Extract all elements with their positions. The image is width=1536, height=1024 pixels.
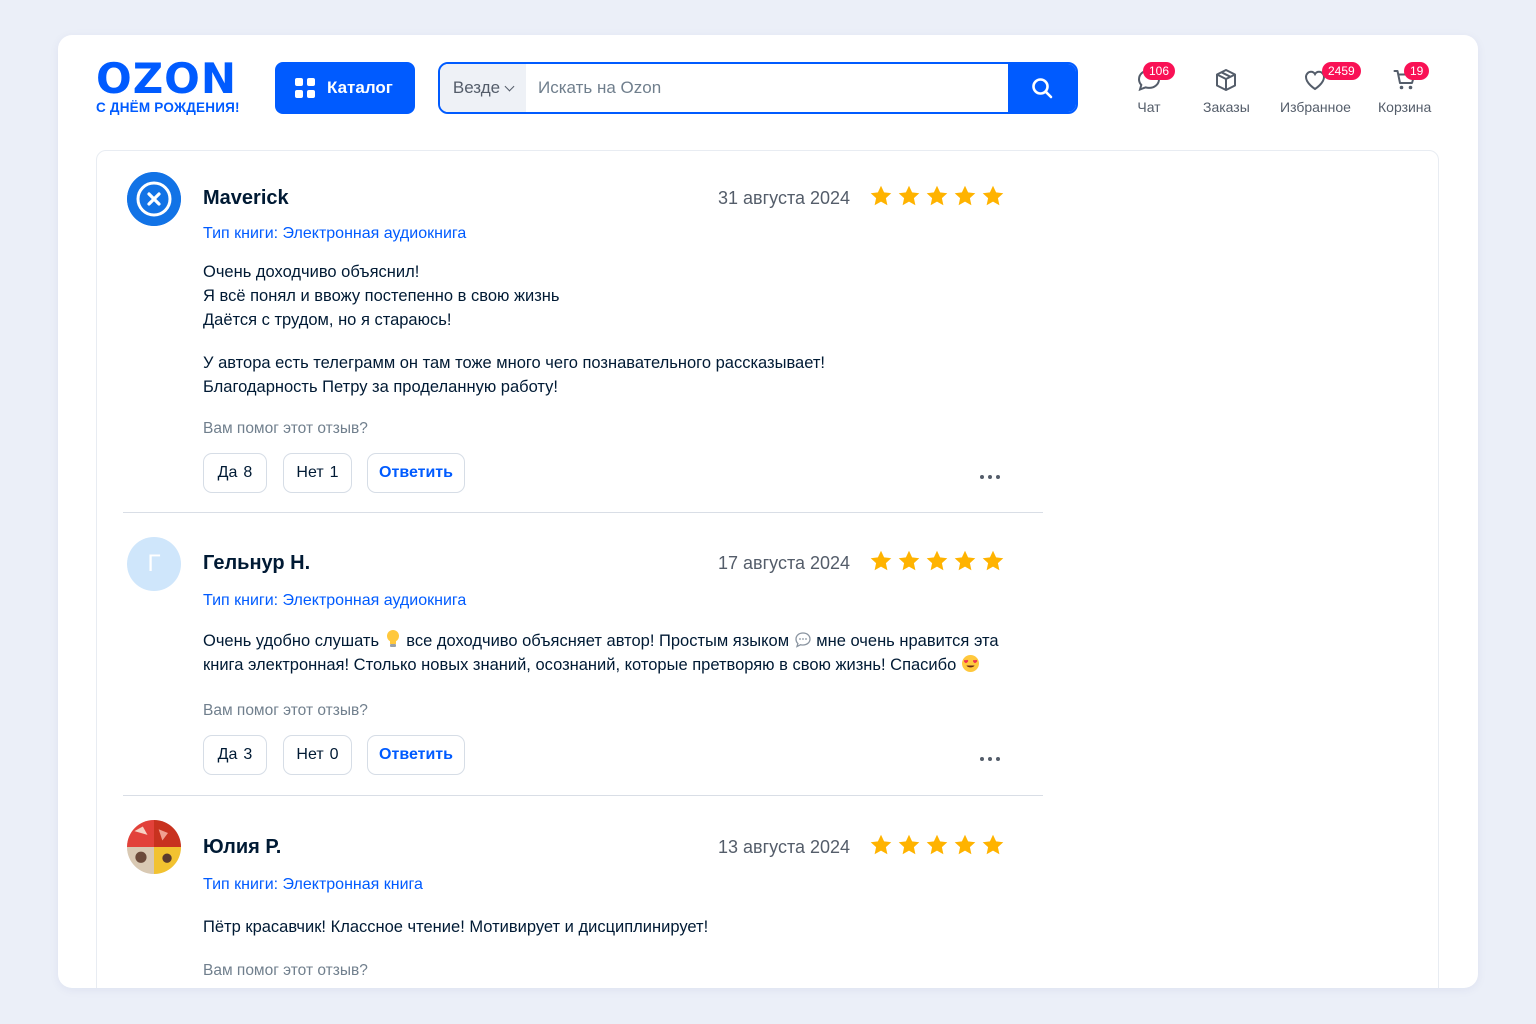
nav-orders-label: Заказы: [1203, 99, 1250, 115]
book-type-link[interactable]: Тип книги: Электронная аудиокнига: [203, 225, 466, 243]
star-icon: [870, 550, 892, 571]
app-window: OZON С ДНЁМ РОЖДЕНИЯ! Каталог Везде 106 …: [58, 35, 1478, 988]
no-label: Нет: [296, 464, 324, 481]
nav-chat-label: Чат: [1137, 99, 1161, 115]
catalog-button[interactable]: Каталог: [275, 62, 415, 114]
review-text-part: все доходчиво объясняет автор! Простым я…: [406, 632, 790, 650]
user-photo-icon: [127, 820, 181, 874]
favorites-badge: 2459: [1322, 62, 1361, 80]
rating-stars: [869, 833, 1005, 857]
star-icon: [926, 834, 948, 855]
search-input[interactable]: [526, 64, 1008, 112]
review-text: Пётр красавчик! Классное чтение! Мотивир…: [203, 915, 1033, 939]
reviews-panel: Maverick 31 августа 2024 Тип книги: Элек…: [96, 150, 1439, 988]
logo-subtitle: С ДНЁМ РОЖДЕНИЯ!: [96, 100, 240, 115]
helpful-no-button[interactable]: Нет 1: [283, 453, 352, 493]
no-count: 1: [329, 464, 339, 481]
search-icon: [1032, 78, 1053, 99]
nav-orders[interactable]: Заказы: [1203, 67, 1250, 115]
star-icon: [898, 550, 920, 571]
chat-badge: 106: [1143, 62, 1176, 80]
nav-cart-label: Корзина: [1378, 99, 1432, 115]
logo-wordmark: OZON: [96, 54, 238, 103]
star-icon: [926, 550, 948, 571]
chevron-down-icon: [504, 81, 515, 91]
helpful-question: Вам помог этот отзыв?: [203, 702, 368, 719]
cart-badge: 19: [1404, 62, 1430, 80]
star-icon: [926, 185, 948, 206]
speech-bubble-icon: [795, 632, 811, 648]
yes-label: Да: [217, 746, 238, 763]
search-scope-dropdown[interactable]: Везде: [440, 64, 526, 112]
nav-favorites-label: Избранное: [1280, 99, 1351, 115]
star-icon: [982, 550, 1004, 571]
box-icon: [1216, 69, 1237, 91]
nav-cart[interactable]: 19 Корзина: [1378, 62, 1432, 115]
more-options-icon[interactable]: [976, 753, 1004, 765]
review-text-part: Очень удобно слушать: [203, 632, 380, 650]
book-type-link[interactable]: Тип книги: Электронная аудиокнига: [203, 592, 466, 610]
book-type-link[interactable]: Тип книги: Электронная книга: [203, 876, 423, 894]
review-line: Пётр красавчик! Классное чтение! Мотивир…: [203, 918, 709, 936]
star-icon: [954, 550, 976, 571]
review-line: Даётся с трудом, но я стараюсь!: [203, 311, 452, 329]
lightbulb-icon: [386, 630, 399, 647]
heart-eyes-emoji-icon: [961, 655, 979, 672]
review-date: 13 августа 2024: [718, 837, 851, 857]
star-icon: [982, 834, 1004, 855]
search-scope-label: Везде: [452, 78, 501, 97]
star-icon: [898, 834, 920, 855]
no-label: Нет: [296, 746, 324, 763]
user-logo-icon: [127, 172, 181, 226]
helpful-yes-button[interactable]: Да 8: [203, 453, 267, 493]
star-icon: [870, 185, 892, 206]
review-line: Благодарность Петру за проделанную работ…: [203, 378, 558, 396]
reply-button[interactable]: Ответить: [367, 735, 465, 775]
yes-count: 3: [243, 746, 253, 763]
star-icon: [870, 834, 892, 855]
review-text: Очень удобно слушать все доходчиво объяс…: [203, 629, 1043, 677]
review-author[interactable]: Гельнур Н.: [203, 552, 310, 575]
search-button[interactable]: [1008, 64, 1076, 112]
search-bar: Везде: [438, 62, 1078, 114]
star-icon: [954, 185, 976, 206]
helpful-question: Вам помог этот отзыв?: [203, 420, 368, 437]
catalog-label: Каталог: [327, 78, 393, 97]
review-date: 31 августа 2024: [718, 188, 851, 208]
star-icon: [898, 185, 920, 206]
helpful-yes-button[interactable]: Да 3: [203, 735, 267, 775]
reply-button[interactable]: Ответить: [367, 453, 465, 493]
review-author[interactable]: Maverick: [203, 187, 289, 210]
divider: [123, 795, 1043, 796]
avatar-letter: Г: [147, 550, 161, 577]
nav-favorites[interactable]: 2459 Избранное: [1280, 62, 1361, 115]
star-icon: [982, 185, 1004, 206]
yes-count: 8: [243, 464, 253, 481]
more-options-icon[interactable]: [976, 471, 1004, 483]
ozon-logo[interactable]: OZON С ДНЁМ РОЖДЕНИЯ!: [96, 54, 256, 116]
review-date: 17 августа 2024: [718, 553, 851, 573]
avatar[interactable]: [127, 172, 181, 226]
rating-stars: [869, 549, 1005, 573]
no-count: 0: [329, 746, 339, 763]
grid-icon: [295, 78, 315, 98]
helpful-question: Вам помог этот отзыв?: [203, 962, 368, 979]
helpful-no-button[interactable]: Нет 0: [283, 735, 352, 775]
review-line: Я всё понял и ввожу постепенно в свою жи…: [203, 287, 560, 305]
review-text: Очень доходчиво объяснил! Я всё понял и …: [203, 260, 1033, 399]
divider: [123, 512, 1043, 513]
avatar[interactable]: [127, 820, 181, 874]
yes-label: Да: [217, 464, 238, 481]
review-text-part: электронная! Столько новых знаний, осозн…: [247, 656, 957, 674]
rating-stars: [869, 184, 1005, 208]
avatar[interactable]: Г: [127, 537, 181, 591]
review-line: У автора есть телеграмм он там тоже мног…: [203, 354, 825, 372]
review-author[interactable]: Юлия Р.: [203, 836, 281, 859]
star-icon: [954, 834, 976, 855]
review-line: Очень доходчиво объяснил!: [203, 263, 420, 281]
nav-chat[interactable]: 106 Чат: [1136, 62, 1176, 115]
